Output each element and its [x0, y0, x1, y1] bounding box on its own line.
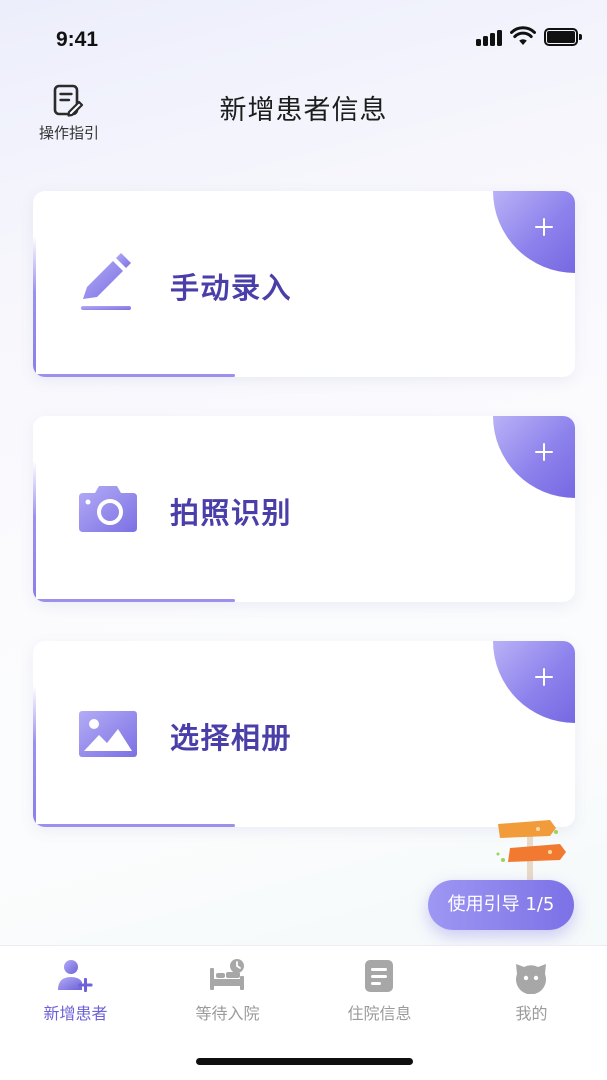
tab-mine[interactable]: 我的: [456, 946, 607, 1026]
card-accent-line: [33, 236, 36, 377]
home-indicator: [196, 1058, 413, 1065]
usage-guide-button[interactable]: 使用引导 1/5: [428, 880, 574, 930]
tab-label: 我的: [515, 1004, 548, 1023]
card-accent-line: [33, 599, 235, 602]
document-icon: [365, 960, 393, 992]
bed-clock-icon: [210, 959, 244, 990]
signpost-icon: [496, 820, 566, 882]
tab-label: 住院信息: [347, 1004, 412, 1023]
photo-recognition-card[interactable]: 拍照识别: [33, 416, 575, 602]
battery-icon: [544, 28, 582, 46]
status-bar: 9:41: [0, 0, 607, 80]
card-accent-line: [33, 374, 235, 377]
tab-awaiting-admission[interactable]: 等待入院: [152, 946, 303, 1026]
card-accent-line: [33, 824, 235, 827]
pencil-icon: [81, 253, 131, 310]
wifi-icon: [510, 26, 536, 45]
camera-icon: [79, 486, 137, 532]
cellular-signal-icon: [476, 30, 504, 46]
tab-label: 等待入院: [195, 1004, 260, 1023]
tab-new-patient[interactable]: 新增患者: [0, 946, 151, 1026]
select-album-label: 选择相册: [170, 721, 293, 755]
plus-icon: [534, 217, 554, 237]
add-corner-badge: [493, 191, 575, 273]
select-album-card[interactable]: 选择相册: [33, 641, 575, 827]
add-corner-badge: [493, 416, 575, 498]
card-accent-line: [33, 461, 36, 602]
manual-entry-label: 手动录入: [170, 271, 293, 305]
status-time: 9:41: [56, 28, 99, 51]
add-user-icon: [58, 960, 93, 992]
add-corner-badge: [493, 641, 575, 723]
album-icon: [79, 711, 137, 757]
photo-recognition-label: 拍照识别: [170, 496, 293, 530]
card-accent-line: [33, 686, 36, 827]
plus-icon: [534, 442, 554, 462]
bottom-tab-bar: 新增患者 等待入院 住院信息 我的: [0, 945, 607, 1080]
tab-label: 新增患者: [43, 1004, 108, 1023]
tab-inpatient-info[interactable]: 住院信息: [304, 946, 455, 1026]
face-icon: [516, 964, 546, 994]
page-title: 新增患者信息: [219, 95, 388, 126]
plus-icon: [534, 667, 554, 687]
manual-entry-card[interactable]: 手动录入: [33, 191, 575, 377]
